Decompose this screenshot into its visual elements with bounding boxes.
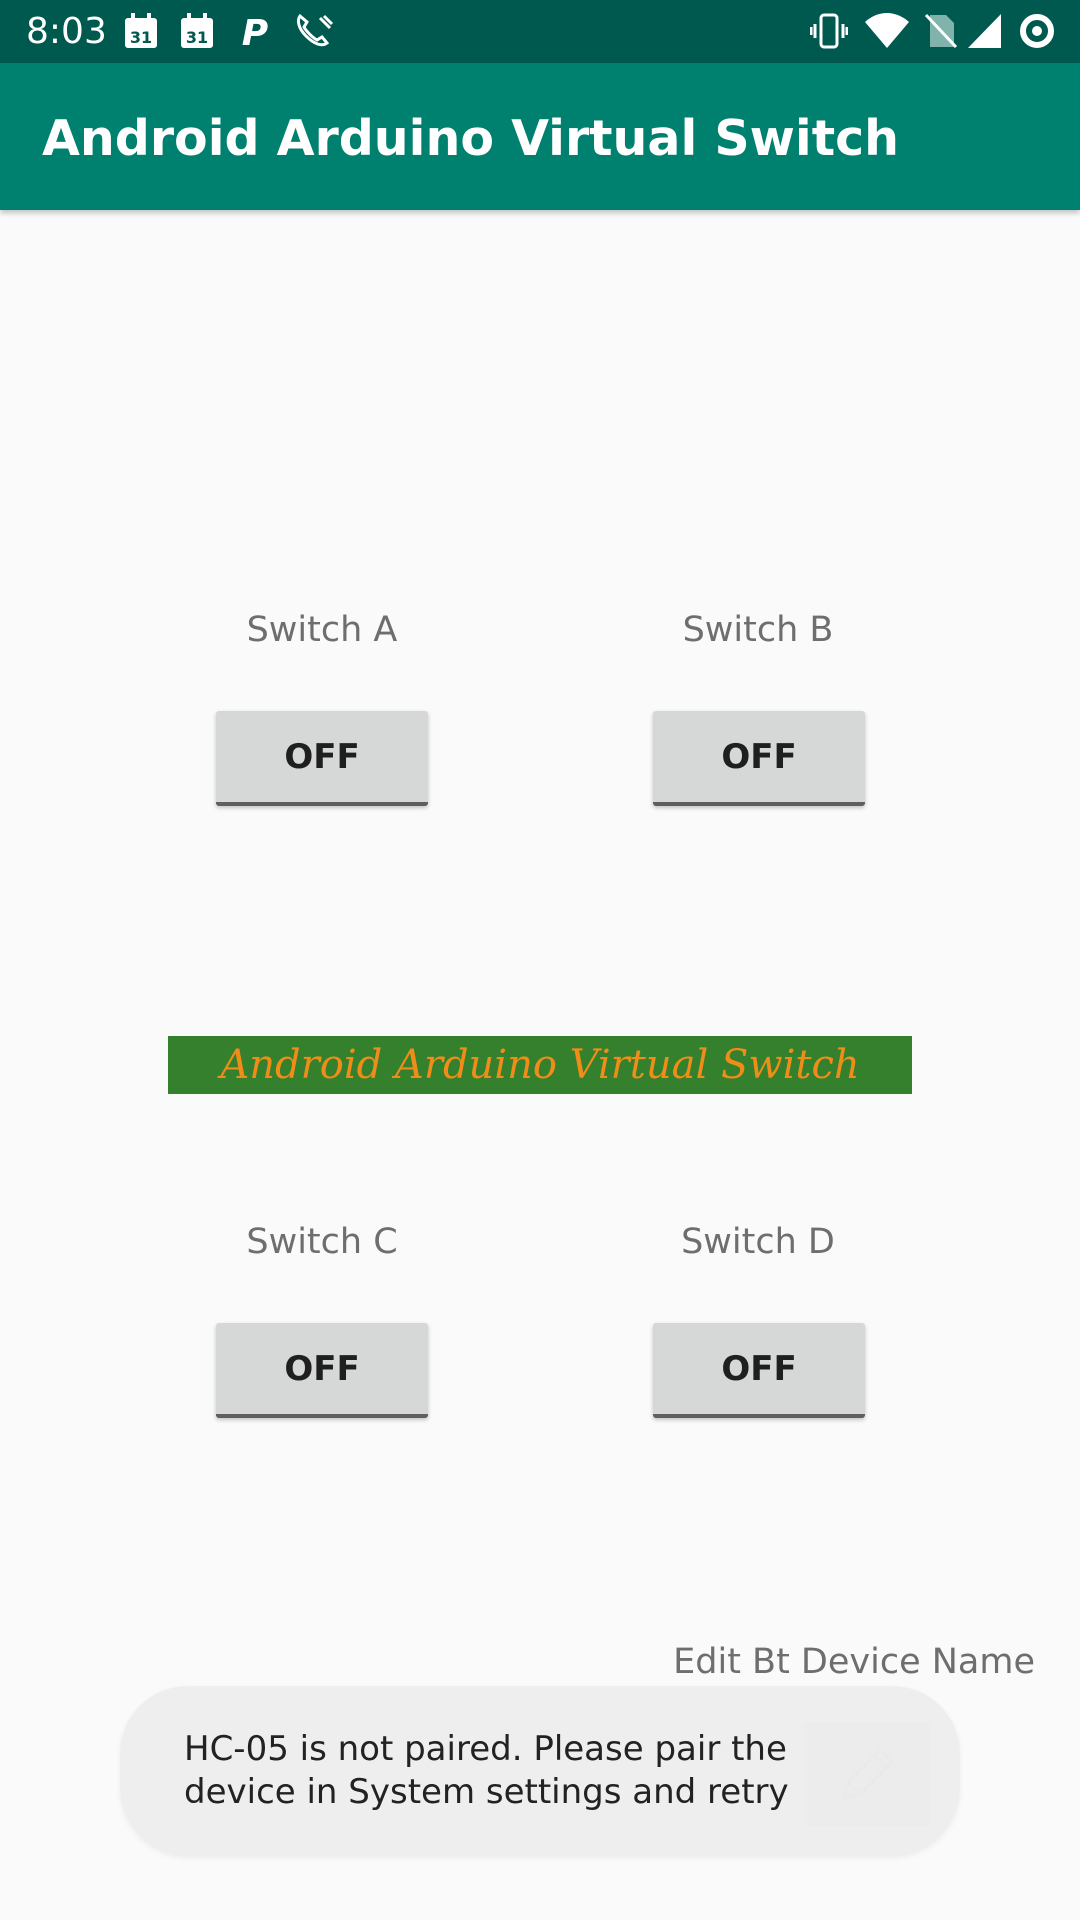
switch-a-label: Switch A [246,610,398,650]
vibrate-icon [809,12,849,50]
calendar-icon: 31 [122,12,160,50]
switch-b-label: Switch B [682,610,834,650]
calendar-day-text: 31 [130,28,152,47]
status-time: 8:03 [26,11,107,52]
app-title: Android Arduino Virtual Switch [42,110,900,167]
phone-call-icon [294,12,334,50]
switch-b-toggle-button[interactable]: OFF [653,711,865,806]
app-banner-image: Android Arduino Virtual Switch [168,1036,912,1094]
switch-c-toggle-button[interactable]: OFF [216,1323,428,1418]
parking-letter: P [242,13,268,50]
no-sim-icon [922,12,960,50]
status-bar: 8:03 31 31 P [0,0,1080,63]
app-bar: Android Arduino Virtual Switch [0,63,1080,210]
switch-d-toggle-button[interactable]: OFF [653,1323,865,1418]
calendar-icon: 31 [178,12,216,50]
switch-d-label: Switch D [681,1222,835,1262]
calendar-day-text: 31 [186,28,208,47]
toast-text: HC-05 is not paired. Please pair the dev… [184,1729,789,1812]
switch-c-label: Switch C [246,1222,398,1262]
parking-icon: P [236,12,274,54]
switch-a-toggle-button[interactable]: OFF [216,711,428,806]
toast-message: HC-05 is not paired. Please pair the dev… [120,1686,960,1856]
wifi-icon [864,12,910,50]
signal-icon [966,12,1004,50]
sync-icon [1018,12,1056,50]
edit-device-name-label: Edit Bt Device Name [673,1642,1035,1682]
